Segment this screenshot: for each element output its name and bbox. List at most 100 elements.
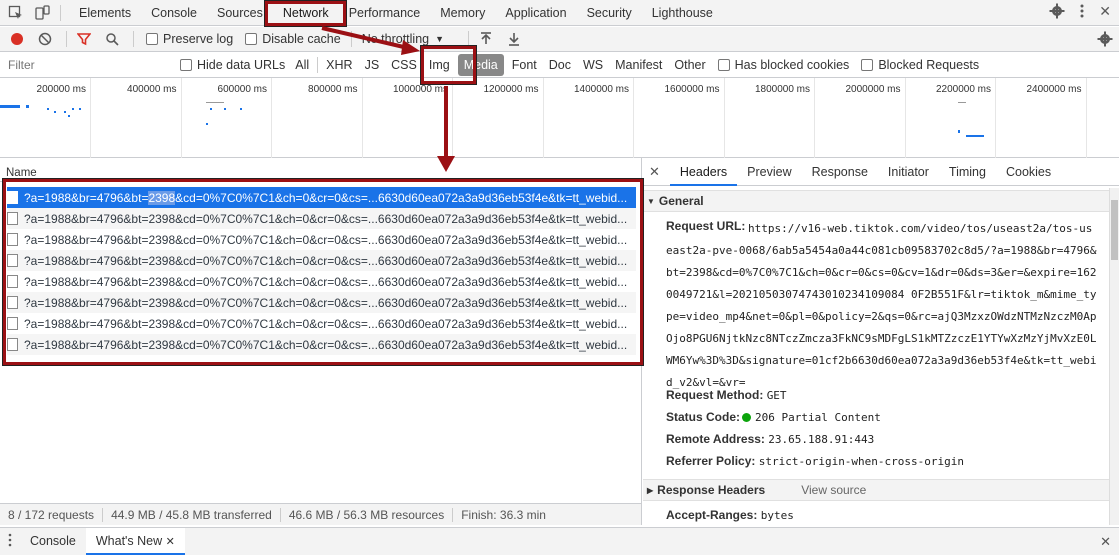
- request-bar: [68, 115, 70, 117]
- media-file-icon: [7, 275, 18, 288]
- request-bar: [958, 102, 966, 103]
- tab-application[interactable]: Application: [495, 0, 576, 26]
- close-devtools-icon[interactable]: ✕: [1099, 3, 1111, 22]
- timeline-tick-label: 800000 ms: [308, 84, 358, 95]
- media-file-icon: [7, 317, 18, 330]
- status-code-value: 206 Partial Content: [755, 411, 881, 424]
- status-code-key: Status Code:: [666, 410, 741, 424]
- view-source-link[interactable]: View source: [801, 483, 866, 497]
- checkbox-box[interactable]: [245, 33, 258, 45]
- request-row[interactable]: ?a=1988&br=4796&bt=2398&cd=0%7C0%7C1&ch=…: [7, 208, 636, 229]
- filter-js[interactable]: JS: [359, 54, 386, 76]
- filter-doc[interactable]: Doc: [543, 54, 577, 76]
- remote-address-row: Remote Address: 23.65.188.91:443: [666, 432, 874, 446]
- search-icon[interactable]: [101, 28, 123, 50]
- close-detail-icon[interactable]: ✕: [643, 164, 670, 180]
- tab-response[interactable]: Response: [802, 158, 878, 186]
- network-overview-timeline[interactable]: 200000 ms 400000 ms 600000 ms 800000 ms 1000…: [0, 78, 1119, 158]
- close-tab-icon[interactable]: ✕: [166, 536, 175, 548]
- request-row[interactable]: ?a=1988&br=4796&bt=2398&cd=0%7C0%7C1&ch=…: [7, 292, 636, 313]
- request-bar: [54, 111, 56, 113]
- tab-timing[interactable]: Timing: [939, 158, 996, 186]
- request-row[interactable]: ?a=1988&br=4796&bt=2398&cd=0%7C0%7C1&ch=…: [7, 313, 636, 334]
- filter-ws[interactable]: WS: [577, 54, 609, 76]
- filter-font[interactable]: Font: [506, 54, 543, 76]
- timeline-gridline: [1085, 78, 1087, 158]
- media-file-icon: [7, 191, 18, 204]
- detail-scrollbar[interactable]: [1109, 188, 1119, 525]
- tab-sources[interactable]: Sources: [207, 0, 273, 26]
- column-header[interactable]: Name: [0, 158, 642, 182]
- timeline-tick-label: 2200000 ms: [935, 84, 991, 95]
- has-blocked-cookies-checkbox[interactable]: Has blocked cookies: [717, 58, 849, 72]
- checkbox-box[interactable]: [717, 59, 730, 71]
- filter-other[interactable]: Other: [668, 54, 711, 76]
- tab-security[interactable]: Security: [577, 0, 642, 26]
- request-name-part: ?a=1988&br=4796&bt=2398&cd=0%7C0%7C1&ch=…: [24, 295, 628, 310]
- tab-console[interactable]: Console: [141, 0, 207, 26]
- request-row[interactable]: ?a=1988&br=4796&bt=2398&cd=0%7C0%7C1&ch=…: [7, 334, 636, 355]
- blocked-requests-checkbox[interactable]: Blocked Requests: [861, 58, 979, 72]
- more-options-icon[interactable]: [1079, 3, 1085, 22]
- filter-funnel-icon[interactable]: [73, 28, 95, 50]
- tab-cookies[interactable]: Cookies: [996, 158, 1061, 186]
- record-icon[interactable]: [6, 28, 28, 50]
- drawer-menu-icon[interactable]: [8, 533, 12, 550]
- request-name: ?a=1988&br=4796&bt=2398&cd=0%7C0%7C1&ch=…: [24, 212, 627, 226]
- tab-preview[interactable]: Preview: [737, 158, 801, 186]
- column-header-name[interactable]: Name: [6, 167, 37, 179]
- request-row[interactable]: ?a=1988&br=4796&bt=2398&cd=0%7C0%7C1&ch=…: [7, 250, 636, 271]
- filter-img[interactable]: Img: [423, 54, 456, 76]
- drawer-tab-whats-new[interactable]: What's New ✕: [85, 528, 185, 555]
- close-drawer-icon[interactable]: ✕: [1100, 534, 1111, 550]
- network-settings-icon[interactable]: [1097, 31, 1113, 50]
- request-bar: [210, 108, 212, 110]
- general-title: General: [658, 194, 704, 208]
- scrollbar-thumb[interactable]: [1111, 200, 1118, 260]
- request-name-part: ?a=1988&br=4796&bt=2398&cd=0%7C0%7C1&ch=…: [24, 253, 628, 268]
- throttling-select[interactable]: No throttling ▼: [362, 32, 458, 46]
- tab-lighthouse[interactable]: Lighthouse: [642, 0, 723, 26]
- referrer-policy-value: strict-origin-when-cross-origin: [758, 455, 965, 468]
- media-file-icon: [7, 233, 18, 246]
- request-row[interactable]: ?a=1988&br=4796&bt=2398&cd=0%7C0%7C1&ch=…: [7, 271, 636, 292]
- filter-all[interactable]: All: [289, 54, 315, 76]
- request-row[interactable]: ?a=1988&br=4796&bt=2398&cd=0%7C0%7C1&ch=…: [7, 187, 636, 208]
- request-bar: [206, 123, 208, 125]
- filter-css[interactable]: CSS: [385, 54, 423, 76]
- hide-data-urls-label: Hide data URLs: [197, 58, 286, 72]
- checkbox-box[interactable]: [861, 59, 874, 71]
- inspect-element-icon[interactable]: [6, 3, 26, 23]
- tab-elements[interactable]: Elements: [69, 0, 141, 26]
- checkbox-box[interactable]: [146, 33, 158, 45]
- export-har-icon[interactable]: [503, 28, 525, 50]
- tab-initiator[interactable]: Initiator: [878, 158, 939, 186]
- disable-cache-checkbox[interactable]: Disable cache: [245, 32, 341, 46]
- tab-memory[interactable]: Memory: [430, 0, 495, 26]
- tab-network[interactable]: Network: [273, 0, 339, 26]
- timeline-tick-label: 2400000 ms: [1026, 84, 1082, 95]
- detail-tabs: ✕ Headers Preview Response Initiator Tim…: [643, 158, 1119, 186]
- drawer-tab-console[interactable]: Console: [20, 528, 86, 555]
- general-section-header[interactable]: ▼ General: [643, 190, 1109, 212]
- checkbox-box[interactable]: [180, 59, 192, 71]
- tab-performance[interactable]: Performance: [339, 0, 431, 26]
- clear-icon[interactable]: [34, 28, 56, 50]
- filter-manifest[interactable]: Manifest: [609, 54, 668, 76]
- request-row[interactable]: ?a=1988&br=4796&bt=2398&cd=0%7C0%7C1&ch=…: [7, 229, 636, 250]
- response-headers-section-header[interactable]: ▶ Response Headers View source: [643, 479, 1109, 501]
- timeline-tick-label: 1400000 ms: [573, 84, 629, 95]
- tab-headers[interactable]: Headers: [669, 158, 738, 186]
- preserve-log-checkbox[interactable]: Preserve log: [146, 32, 233, 46]
- filter-media[interactable]: Media: [457, 54, 504, 76]
- device-toolbar-icon[interactable]: [32, 3, 52, 23]
- timeline-tick-label: 2000000 ms: [845, 84, 901, 95]
- drawer-tab-whats-new-label: What's New: [95, 534, 163, 548]
- media-file-icon: [7, 338, 18, 351]
- settings-gear-icon[interactable]: [1049, 3, 1065, 22]
- import-har-icon[interactable]: [475, 28, 497, 50]
- hide-data-urls-checkbox[interactable]: Hide data URLs: [180, 58, 285, 72]
- request-bar: [26, 105, 29, 108]
- filter-input[interactable]: [0, 54, 170, 76]
- filter-xhr[interactable]: XHR: [320, 54, 358, 76]
